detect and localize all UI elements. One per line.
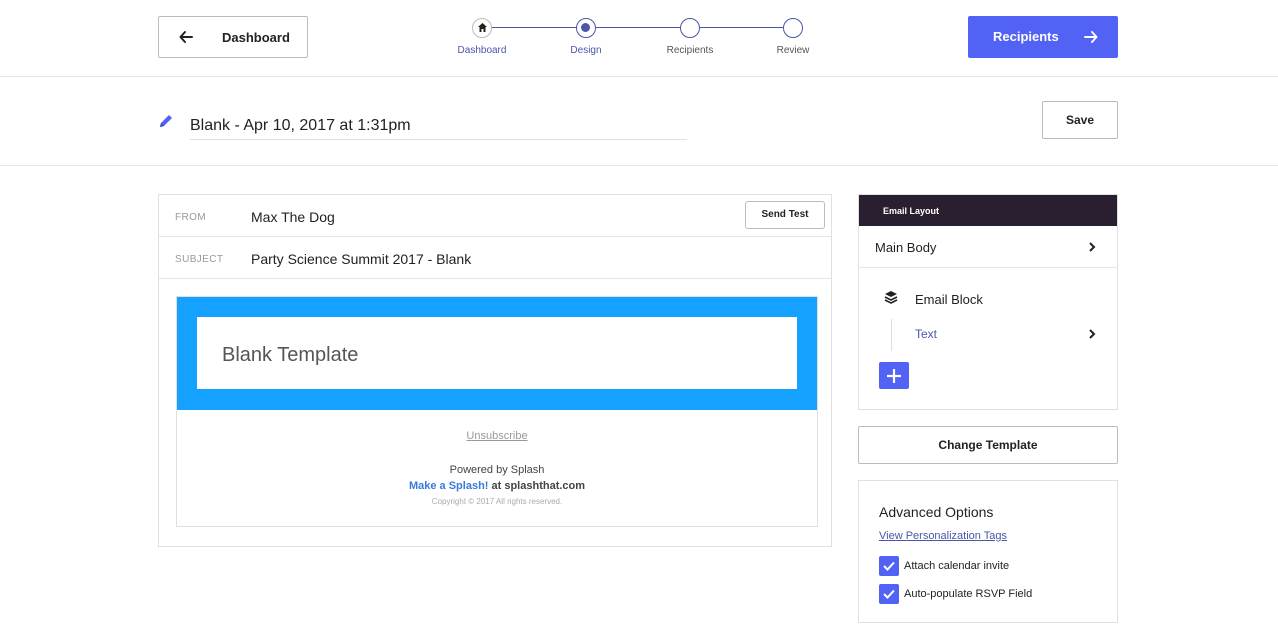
campaign-name-input[interactable]	[190, 110, 687, 140]
email-preview[interactable]: Blank Template Unsubscribe Powered by Sp…	[176, 296, 818, 527]
main-body-item[interactable]: Main Body	[859, 226, 1117, 268]
hero-banner[interactable]: Blank Template	[177, 297, 817, 410]
auto-populate-rsvp-checkbox[interactable]	[879, 584, 899, 604]
home-icon	[478, 23, 487, 32]
save-button[interactable]: Save	[1042, 101, 1118, 139]
layers-icon	[884, 291, 898, 304]
step-design[interactable]	[576, 18, 596, 38]
hero-title: Blank Template	[222, 344, 359, 366]
step-review[interactable]	[783, 18, 803, 38]
step-dashboard[interactable]	[472, 18, 492, 38]
next-recipients-button[interactable]: Recipients	[968, 16, 1118, 58]
email-layout-panel: Email Layout Main Body Email Block Text	[858, 194, 1118, 410]
back-button-label: Dashboard	[222, 30, 290, 45]
step-connector	[700, 27, 795, 28]
subject-row: SUBJECT Party Science Summit 2017 - Blan…	[159, 237, 831, 279]
auto-populate-rsvp-option[interactable]: Auto-populate RSVP Field	[879, 584, 1099, 604]
pencil-icon	[160, 115, 172, 127]
chevron-right-icon	[1089, 242, 1096, 252]
top-bar: Dashboard Dashboard Design Recipients Re…	[0, 0, 1278, 77]
main-body-label: Main Body	[875, 240, 937, 255]
hero-title-box[interactable]: Blank Template	[197, 317, 797, 389]
next-button-label: Recipients	[993, 29, 1059, 44]
send-test-button[interactable]: Send Test	[745, 201, 825, 229]
checkmark-icon	[883, 561, 895, 571]
progress-stepper: Dashboard Design Recipients Review	[440, 17, 840, 67]
text-item[interactable]: Text	[859, 321, 1117, 347]
step-label-recipients: Recipients	[666, 45, 714, 56]
email-editor-panel: FROM Max The Dog Send Test SUBJECT Party…	[158, 194, 832, 547]
arrow-right-icon	[1084, 31, 1098, 43]
unsubscribe-link[interactable]: Unsubscribe	[177, 430, 817, 442]
advanced-options-panel: Advanced Options View Personalization Ta…	[858, 480, 1118, 623]
add-block-button[interactable]	[879, 362, 909, 389]
change-template-button[interactable]: Change Template	[858, 426, 1118, 464]
splash-site-text: at splashthat.com	[488, 480, 586, 492]
text-item-label: Text	[915, 327, 938, 341]
subject-value[interactable]: Party Science Summit 2017 - Blank	[251, 251, 471, 267]
title-row: Save	[0, 77, 1278, 166]
attach-calendar-label: Attach calendar invite	[904, 560, 1010, 572]
chevron-right-icon	[1089, 329, 1096, 339]
step-connector	[596, 27, 691, 28]
attach-calendar-checkbox[interactable]	[879, 556, 899, 576]
step-label-review: Review	[776, 45, 810, 56]
subject-key: SUBJECT	[175, 254, 224, 265]
advanced-options-title: Advanced Options	[879, 504, 994, 520]
step-label-dashboard: Dashboard	[457, 45, 507, 56]
powered-by-text: Powered by Splash	[449, 464, 545, 476]
make-splash-line: Make a Splash! at splashthat.com	[177, 480, 817, 492]
step-connector	[492, 27, 587, 28]
personalization-tags-link[interactable]: View Personalization Tags	[879, 530, 1007, 542]
plus-icon	[887, 369, 901, 383]
email-block-item[interactable]: Email Block	[859, 283, 1117, 313]
from-value[interactable]: Max The Dog	[251, 209, 335, 225]
checkmark-icon	[883, 589, 895, 599]
copyright-text: Copyright © 2017 All rights reserved.	[431, 497, 563, 506]
step-recipients[interactable]	[680, 18, 700, 38]
email-block-label: Email Block	[915, 292, 983, 307]
auto-populate-rsvp-label: Auto-populate RSVP Field	[904, 588, 1033, 600]
email-layout-header: Email Layout	[859, 195, 1117, 226]
attach-calendar-option[interactable]: Attach calendar invite	[879, 556, 1099, 576]
arrow-left-icon	[179, 31, 193, 43]
back-to-dashboard-button[interactable]: Dashboard	[158, 16, 308, 58]
make-splash-link[interactable]: Make a Splash!	[409, 480, 488, 492]
from-key: FROM	[175, 212, 207, 223]
from-row: FROM Max The Dog Send Test	[159, 195, 831, 237]
step-label-design: Design	[570, 45, 602, 56]
